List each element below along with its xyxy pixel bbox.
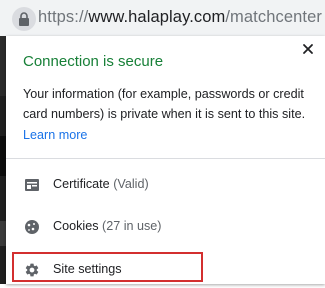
cookies-row[interactable]: Cookies (27 in use) — [6, 209, 325, 245]
certificate-label: Certificate — [53, 177, 110, 191]
url-scheme: https:// — [38, 8, 89, 26]
site-info-button[interactable] — [12, 7, 36, 31]
divider — [6, 158, 325, 159]
url-path: /matchcenter — [225, 8, 322, 26]
site-info-popup: Connection is secure Your information (f… — [6, 36, 325, 284]
address-bar[interactable]: https://www.halaplay.com/matchcenter — [0, 0, 325, 36]
learn-more-link[interactable]: Learn more — [23, 128, 87, 142]
popup-title: Connection is secure — [23, 53, 164, 70]
site-settings-row[interactable]: Site settings — [6, 252, 325, 288]
cookies-label: Cookies — [53, 219, 99, 233]
popup-description: Your information (for example, passwords… — [23, 87, 306, 121]
lock-icon — [19, 12, 29, 26]
gear-icon — [25, 263, 39, 277]
certificate-row[interactable]: Certificate (Valid) — [6, 167, 325, 203]
site-settings-label: Site settings — [53, 262, 122, 276]
url-text[interactable]: https://www.halaplay.com/matchcenter — [38, 8, 322, 27]
close-icon[interactable] — [301, 42, 315, 56]
cookies-count: (27 in use) — [102, 219, 162, 233]
certificate-status: (Valid) — [113, 177, 149, 191]
url-host: www.halaplay.com — [88, 8, 226, 26]
cookie-icon — [25, 220, 39, 234]
certificate-icon — [25, 179, 39, 191]
